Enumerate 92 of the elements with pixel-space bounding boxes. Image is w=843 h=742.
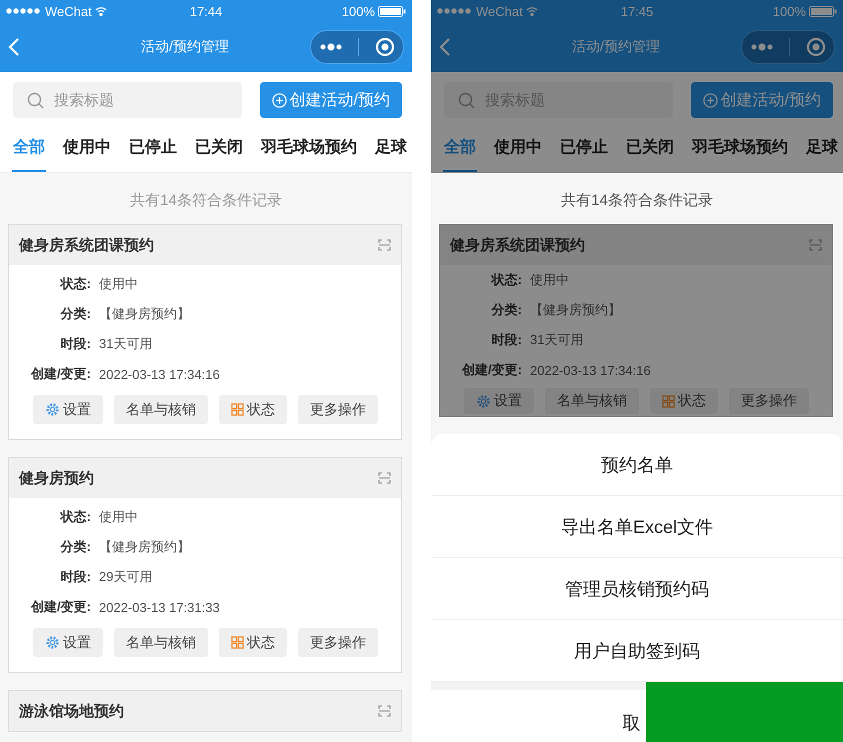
filter-tab[interactable]: 羽毛球场预约 [691, 124, 789, 172]
action-button[interactable]: 更多操作 [729, 388, 809, 414]
card-title: 健身房预约 [19, 468, 94, 488]
battery-icon [378, 6, 406, 16]
filter-tab[interactable]: 足球 [374, 124, 408, 172]
cancel-option[interactable]: 取 [431, 690, 646, 742]
capsule-menu[interactable] [310, 30, 404, 64]
field-value: 【健身房预约】 [530, 301, 621, 319]
signal-icon [437, 8, 473, 14]
field-label: 分类: [490, 301, 523, 319]
carrier-text: WeChat [45, 4, 92, 18]
field-label: 时段: [490, 331, 523, 349]
back-icon[interactable] [8, 37, 20, 57]
card-title: 游泳馆场地预约 [19, 702, 124, 720]
signal-icon [6, 8, 42, 14]
action-button[interactable]: 设置 [464, 388, 534, 414]
more-icon[interactable] [750, 43, 774, 51]
sheet-option[interactable]: 预约名单 [431, 434, 843, 496]
filter-tab[interactable]: 已停止 [128, 124, 178, 172]
expand-icon[interactable] [809, 239, 822, 251]
page-title: 活动/预约管理 [140, 38, 230, 56]
field-value: 2022-03-13 17:31:33 [99, 600, 220, 614]
action-button[interactable]: 状态 [650, 388, 718, 414]
back-icon[interactable] [439, 37, 451, 57]
grid-icon [662, 394, 675, 408]
expand-icon[interactable] [378, 705, 391, 717]
record-count: 共有14条符合条件记录 [560, 191, 714, 211]
action-button[interactable]: 状态 [219, 395, 287, 424]
field-label: 分类: [59, 538, 92, 556]
wifi-icon [94, 6, 107, 16]
filter-tab[interactable]: 已关闭 [194, 124, 244, 172]
field-value: 使用中 [530, 271, 569, 289]
search-input[interactable]: 搜索标题 [52, 90, 176, 110]
field-label: 创建/变更: [30, 598, 92, 616]
field-label: 状态: [490, 271, 523, 289]
action-button[interactable]: 名单与核销 [114, 395, 208, 424]
field-value: 31天可用 [99, 335, 152, 353]
field-label: 状态: [58, 508, 92, 526]
action-button[interactable]: 状态 [219, 628, 287, 657]
more-icon[interactable] [318, 43, 343, 51]
gear-icon [476, 394, 491, 408]
action-button[interactable]: 更多操作 [298, 628, 378, 657]
action-button[interactable]: 设置 [33, 628, 103, 657]
action-button[interactable]: 名单与核销 [545, 388, 639, 414]
gear-icon [45, 635, 60, 650]
action-button[interactable]: 设置 [33, 395, 103, 424]
status-time: 17:45 [620, 4, 654, 18]
field-value: 使用中 [99, 508, 138, 526]
field-value: 29天可用 [99, 568, 152, 586]
field-label: 时段: [60, 335, 92, 353]
card-title: 健身房系统团课预约 [450, 236, 585, 254]
field-value: 【健身房预约】 [99, 538, 190, 556]
record-count: 共有14条符合条件记录 [129, 191, 283, 211]
action-button[interactable]: 更多操作 [298, 395, 378, 424]
battery-text: 100% [772, 4, 806, 18]
plus-icon [702, 92, 718, 108]
field-label: 创建/变更: [460, 361, 523, 379]
action-button[interactable]: 名单与核销 [114, 628, 208, 657]
filter-tab[interactable]: 使用中 [493, 124, 543, 172]
field-value: 使用中 [99, 275, 138, 293]
field-label: 时段: [60, 568, 92, 586]
sheet-option[interactable]: 导出名单Excel文件 [431, 496, 843, 558]
field-value: 31天可用 [530, 331, 584, 349]
field-label: 状态: [58, 275, 92, 293]
field-label: 分类: [59, 305, 92, 323]
expand-icon[interactable] [378, 472, 391, 484]
page-title: 活动/预约管理 [571, 38, 661, 56]
search-icon [458, 92, 475, 108]
expand-icon[interactable] [378, 239, 391, 251]
filter-tab[interactable]: 羽毛球场预约 [260, 124, 358, 172]
grid-icon [231, 636, 244, 649]
gear-icon [45, 402, 60, 417]
field-value: 【健身房预约】 [99, 305, 190, 323]
filter-tab[interactable]: 使用中 [62, 124, 112, 172]
field-label: 创建/变更: [30, 365, 92, 383]
battery-text: 100% [342, 4, 375, 18]
field-value: 2022-03-13 17:34:16 [530, 362, 651, 378]
filter-tab[interactable]: 已关闭 [625, 124, 675, 172]
battery-icon [808, 6, 837, 16]
wifi-icon [526, 6, 538, 16]
search-bar[interactable]: 搜索标题 [13, 82, 242, 118]
plus-icon [272, 92, 287, 108]
grid-icon [231, 403, 244, 416]
sheet-option[interactable]: 管理员核销预约码 [431, 558, 843, 620]
field-value: 2022-03-13 17:34:16 [99, 366, 220, 382]
carrier-text: WeChat [476, 4, 523, 18]
search-icon [27, 92, 44, 108]
filter-tab[interactable]: 已停止 [559, 124, 609, 172]
filter-tab[interactable]: 足球 [805, 124, 839, 172]
card-title: 健身房系统团课预约 [19, 236, 154, 254]
status-time: 17:44 [190, 4, 222, 18]
capsule-menu[interactable] [741, 30, 835, 64]
